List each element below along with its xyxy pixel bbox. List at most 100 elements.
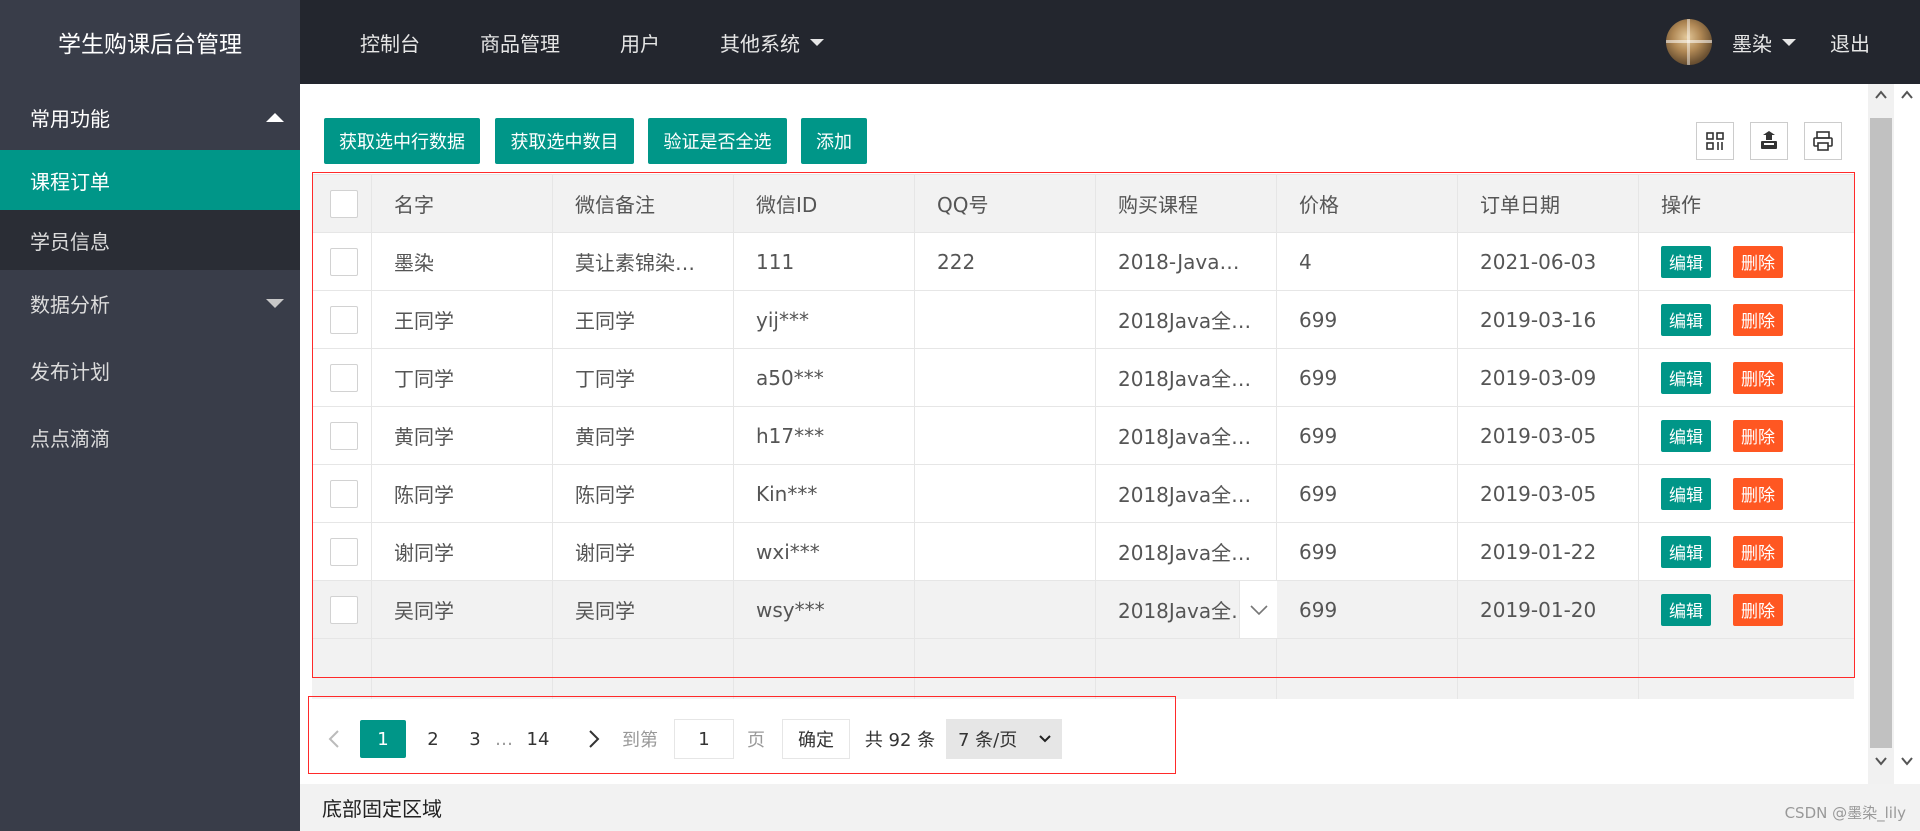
goto-confirm-button[interactable]: 确定 xyxy=(782,719,850,759)
row-select-cell xyxy=(312,465,372,522)
wechat-id-cell: 111 xyxy=(734,233,915,290)
empty-cell xyxy=(1096,639,1277,699)
empty-cell xyxy=(1458,639,1639,699)
price-cell: 699 xyxy=(1277,349,1458,406)
table-row[interactable]: 丁同学 丁同学 a50*** 2018Java全… 699 2019-03-09 编辑 删除 xyxy=(312,349,1854,407)
next-page-icon[interactable] xyxy=(582,720,606,758)
expand-cell-icon[interactable] xyxy=(1239,581,1277,638)
get-selected-rows-button[interactable]: 获取选中行数据 xyxy=(324,118,480,164)
edit-button[interactable]: 编辑 xyxy=(1661,303,1711,336)
prev-page-icon[interactable] xyxy=(322,720,346,758)
name-cell: 王同学 xyxy=(372,291,553,348)
table-row[interactable]: 黄同学 黄同学 h17*** 2018Java全… 699 2019-03-05 编辑 删除 xyxy=(312,407,1854,465)
edit-button[interactable]: 编辑 xyxy=(1661,419,1711,452)
scroll-down-icon[interactable] xyxy=(1868,750,1894,772)
edit-button[interactable]: 编辑 xyxy=(1661,245,1711,278)
row-checkbox[interactable] xyxy=(330,363,358,392)
column-header[interactable]: QQ号 xyxy=(915,175,1096,232)
check-all-selected-button[interactable]: 验证是否全选 xyxy=(648,118,787,164)
nav-users[interactable]: 用户 xyxy=(590,28,690,57)
delete-button[interactable]: 删除 xyxy=(1733,245,1783,278)
edit-button[interactable]: 编辑 xyxy=(1661,593,1711,626)
table-row[interactable]: 谢同学 谢同学 wxi*** 2018Java全… 699 2019-01-22 编辑 删除 xyxy=(312,523,1854,581)
add-button[interactable]: 添加 xyxy=(801,118,867,164)
scrollbar-thumb[interactable] xyxy=(1870,118,1892,748)
sidebar-group-common[interactable]: 常用功能 xyxy=(0,84,300,150)
table-row[interactable]: 吴同学 吴同学 wsy*** 2018Java全… 699 2019-01-20 编辑 删除 xyxy=(312,581,1854,639)
edit-button[interactable]: 编辑 xyxy=(1661,535,1711,568)
row-checkbox[interactable] xyxy=(330,247,358,276)
table-row[interactable]: 墨染 莫让素锦染… 111 222 2018-Java… 4 2021-06-03 编辑 删除 xyxy=(312,233,1854,291)
table-header-row: 名字 微信备注 微信ID QQ号 购买课程 价格 订单日期 操作 xyxy=(312,175,1854,233)
sidebar-item-bits[interactable]: 点点滴滴 xyxy=(0,404,300,471)
qq-cell: 222 xyxy=(915,233,1096,290)
caret-down-icon xyxy=(266,299,284,308)
scroll-up-icon[interactable] xyxy=(1868,84,1894,106)
scroll-up-icon[interactable] xyxy=(1894,84,1920,106)
page-2[interactable]: 2 xyxy=(418,720,448,758)
delete-button[interactable]: 删除 xyxy=(1733,535,1783,568)
export-icon[interactable] xyxy=(1750,122,1788,160)
page-ellipsis: … xyxy=(495,728,513,750)
column-header[interactable]: 订单日期 xyxy=(1458,175,1639,232)
actions-cell: 编辑 删除 xyxy=(1639,523,1854,580)
columns-filter-icon[interactable] xyxy=(1696,122,1734,160)
page-14[interactable]: 14 xyxy=(520,720,556,758)
get-selected-count-button[interactable]: 获取选中数目 xyxy=(495,118,634,164)
sidebar-item-publish-plan[interactable]: 发布计划 xyxy=(0,337,300,404)
row-checkbox[interactable] xyxy=(330,479,358,508)
nav-other-systems[interactable]: 其他系统 xyxy=(690,28,854,57)
user-menu[interactable]: 墨染 xyxy=(1732,28,1796,57)
logout-link[interactable]: 退出 xyxy=(1830,28,1870,57)
select-all-cell xyxy=(312,175,372,232)
footer-text: 底部固定区域 xyxy=(322,797,442,821)
row-checkbox[interactable] xyxy=(330,537,358,566)
delete-button[interactable]: 删除 xyxy=(1733,477,1783,510)
delete-button[interactable]: 删除 xyxy=(1733,303,1783,336)
caret-up-icon xyxy=(266,112,284,122)
delete-button[interactable]: 删除 xyxy=(1733,361,1783,394)
select-all-checkbox[interactable] xyxy=(330,189,358,218)
column-header[interactable]: 微信ID xyxy=(734,175,915,232)
avatar[interactable] xyxy=(1666,19,1712,65)
scroll-down-icon[interactable] xyxy=(1894,750,1920,772)
table-row[interactable]: 陈同学 陈同学 Kin*** 2018Java全… 699 2019-03-05 编辑 删除 xyxy=(312,465,1854,523)
chevron-down-icon xyxy=(1039,735,1051,743)
row-checkbox[interactable] xyxy=(330,421,358,450)
page-size-value: 7 条/页 xyxy=(958,730,1018,751)
edit-button[interactable]: 编辑 xyxy=(1661,361,1711,394)
goto-page-input[interactable] xyxy=(674,719,734,759)
table-row[interactable]: 王同学 王同学 yij*** 2018Java全… 699 2019-03-16 编辑 删除 xyxy=(312,291,1854,349)
row-checkbox[interactable] xyxy=(330,595,358,624)
column-header[interactable]: 价格 xyxy=(1277,175,1458,232)
page-3[interactable]: 3 xyxy=(460,720,490,758)
column-header[interactable]: 购买课程 xyxy=(1096,175,1277,232)
page-1[interactable]: 1 xyxy=(360,720,406,758)
course-cell: 2018-Java… xyxy=(1096,233,1277,290)
order-date-cell: 2021-06-03 xyxy=(1458,233,1639,290)
row-checkbox[interactable] xyxy=(330,305,358,334)
column-header[interactable]: 名字 xyxy=(372,175,553,232)
outer-scrollbar[interactable] xyxy=(1894,84,1920,784)
nav-products[interactable]: 商品管理 xyxy=(450,28,590,57)
edit-button[interactable]: 编辑 xyxy=(1661,477,1711,510)
column-header: 操作 xyxy=(1661,193,1701,217)
sidebar-item-data-analysis[interactable]: 数据分析 xyxy=(0,270,300,337)
delete-button[interactable]: 删除 xyxy=(1733,419,1783,452)
column-header[interactable]: 微信备注 xyxy=(553,175,734,232)
qq-cell xyxy=(915,581,1096,638)
sidebar-item-student-info[interactable]: 学员信息 xyxy=(0,210,300,270)
print-icon[interactable] xyxy=(1804,122,1842,160)
sidebar-item-course-orders[interactable]: 课程订单 xyxy=(0,150,300,210)
inner-scrollbar[interactable] xyxy=(1868,84,1894,784)
nav-dashboard[interactable]: 控制台 xyxy=(330,28,450,57)
order-date-cell: 2019-01-20 xyxy=(1458,581,1639,638)
wechat-note-cell: 丁同学 xyxy=(553,349,734,406)
top-nav: 控制台 商品管理 用户 其他系统 xyxy=(330,0,854,84)
delete-button[interactable]: 删除 xyxy=(1733,593,1783,626)
wechat-id-cell: Kin*** xyxy=(734,465,915,522)
table-toolbar: 获取选中行数据 获取选中数目 验证是否全选 添加 xyxy=(300,84,1868,174)
page-size-select[interactable]: 7 条/页 xyxy=(946,719,1062,759)
row-select-cell xyxy=(312,349,372,406)
price-cell: 699 xyxy=(1277,465,1458,522)
